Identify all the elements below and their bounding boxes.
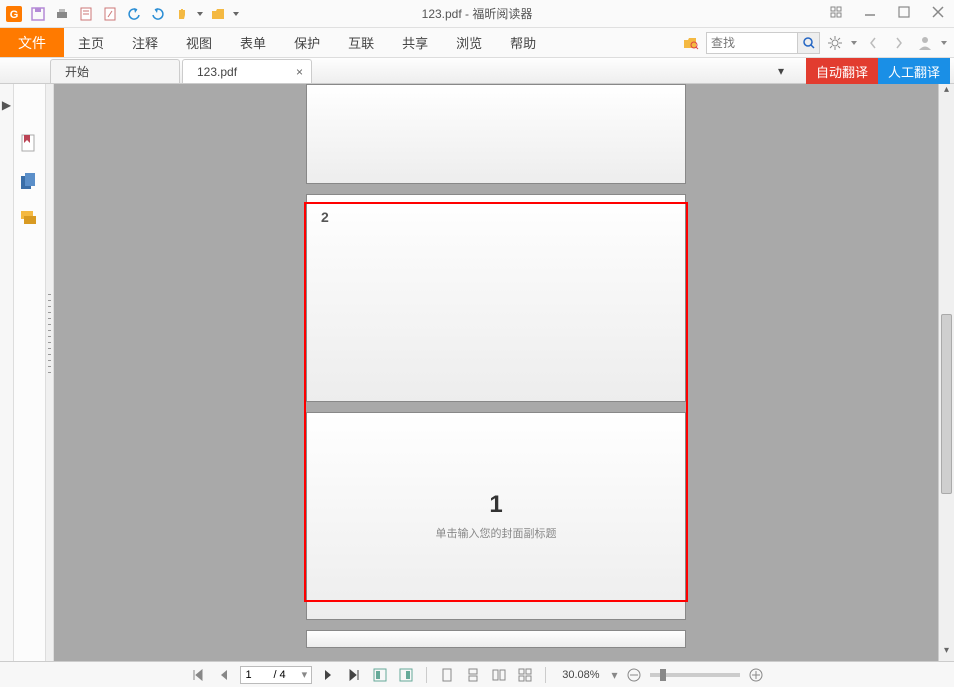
- save-icon[interactable]: [28, 4, 48, 24]
- menu-connect[interactable]: 互联: [334, 28, 388, 57]
- open-folder-icon[interactable]: [208, 4, 228, 24]
- layout-continuous-facing-icon[interactable]: [515, 665, 535, 685]
- doc2-icon[interactable]: [100, 4, 120, 24]
- user-dropdown-icon[interactable]: [940, 32, 948, 54]
- zoom-in-button[interactable]: [746, 665, 766, 685]
- pages-panel-icon[interactable]: [20, 172, 40, 192]
- menu-share[interactable]: 共享: [388, 28, 442, 57]
- cover-title: 1: [489, 491, 502, 519]
- ruler: [46, 84, 54, 661]
- tab-start[interactable]: 开始: [50, 59, 180, 83]
- separator: [426, 667, 427, 683]
- separator: [545, 667, 546, 683]
- main-area: ▶ 2 1 单击输入您的封面副标题 ▴ ▾: [0, 84, 954, 661]
- search-box: [706, 32, 820, 54]
- layout-facing-icon[interactable]: [489, 665, 509, 685]
- layout-single-icon[interactable]: [437, 665, 457, 685]
- translate-buttons: 自动翻译 人工翻译: [806, 58, 950, 84]
- menubar: 文件 主页 注释 视图 表单 保护 互联 共享 浏览 帮助: [0, 28, 954, 58]
- page-thumbnail[interactable]: 1 单击输入您的封面副标题: [306, 412, 686, 620]
- page-number-box: / 4 ▾: [240, 666, 312, 684]
- user-icon[interactable]: [914, 32, 936, 54]
- find-folder-icon[interactable]: [680, 32, 702, 54]
- svg-text:G: G: [10, 9, 19, 21]
- sidebar: [14, 84, 46, 661]
- layout-continuous-icon[interactable]: [463, 665, 483, 685]
- tab-document-label: 123.pdf: [197, 65, 237, 79]
- panel-expand-handle[interactable]: ▶: [0, 84, 14, 661]
- zoom-slider-thumb[interactable]: [660, 669, 666, 681]
- zoom-label: 30.08%: [562, 669, 599, 681]
- first-page-button[interactable]: [188, 665, 208, 685]
- tab-close-icon[interactable]: ×: [296, 65, 303, 79]
- page-thumbnail[interactable]: [306, 630, 686, 648]
- viewport[interactable]: 2 1 单击输入您的封面副标题: [54, 84, 938, 661]
- menu-form[interactable]: 表单: [226, 28, 280, 57]
- gear-icon[interactable]: [824, 32, 846, 54]
- search-button[interactable]: [797, 33, 819, 53]
- tab-document[interactable]: 123.pdf ×: [182, 59, 312, 83]
- menu-file[interactable]: 文件: [0, 28, 64, 57]
- view-mode1-icon[interactable]: [370, 665, 390, 685]
- page-number-input[interactable]: [245, 669, 273, 681]
- close-button[interactable]: [926, 2, 950, 22]
- app-logo-icon: G: [4, 4, 24, 24]
- cover-subtitle: 单击输入您的封面副标题: [436, 525, 557, 541]
- view-mode2-icon[interactable]: [396, 665, 416, 685]
- pages-container: 2 1 单击输入您的封面副标题: [306, 84, 686, 658]
- minimize-button[interactable]: [858, 2, 882, 22]
- print-icon[interactable]: [52, 4, 72, 24]
- zoom-out-button[interactable]: [624, 665, 644, 685]
- titlebar: G 123.pdf - 福昕阅读器: [0, 0, 954, 28]
- menu-view[interactable]: 视图: [172, 28, 226, 57]
- menu-help[interactable]: 帮助: [496, 28, 550, 57]
- prev-page-button[interactable]: [214, 665, 234, 685]
- vertical-scrollbar[interactable]: ▴ ▾: [938, 84, 954, 661]
- maximize-button[interactable]: [892, 2, 916, 22]
- comments-panel-icon[interactable]: [20, 210, 40, 230]
- status-bar: / 4 ▾ 30.08% ▾: [0, 661, 954, 687]
- scroll-up-icon[interactable]: ▴: [939, 84, 954, 100]
- redo-icon[interactable]: [148, 4, 168, 24]
- ribbon-toggle-icon[interactable]: [824, 2, 848, 22]
- undo-icon[interactable]: [124, 4, 144, 24]
- menu-protect[interactable]: 保护: [280, 28, 334, 57]
- page-number-label: 2: [321, 209, 671, 225]
- open-dropdown-icon[interactable]: [232, 4, 240, 24]
- page-thumbnail[interactable]: [306, 84, 686, 184]
- qat-dropdown-icon[interactable]: [196, 4, 204, 24]
- tabs-row: 开始 123.pdf × ▾ 自动翻译 人工翻译: [0, 58, 954, 84]
- zoom-slider[interactable]: [650, 673, 740, 677]
- scroll-down-icon[interactable]: ▾: [939, 645, 954, 661]
- search-input[interactable]: [707, 36, 797, 50]
- page-total-label: / 4: [273, 669, 285, 681]
- nav-next-icon[interactable]: [888, 32, 910, 54]
- page-dropdown-icon[interactable]: ▾: [302, 668, 308, 681]
- human-translate-button[interactable]: 人工翻译: [878, 58, 950, 84]
- zoom-dropdown-icon[interactable]: ▾: [612, 668, 618, 682]
- doc1-icon[interactable]: [76, 4, 96, 24]
- menu-home[interactable]: 主页: [64, 28, 118, 57]
- tabs-dropdown-icon[interactable]: ▾: [778, 64, 784, 78]
- hand-icon[interactable]: [172, 4, 192, 24]
- last-page-button[interactable]: [344, 665, 364, 685]
- page-thumbnail[interactable]: 2: [306, 194, 686, 402]
- gear-dropdown-icon[interactable]: [850, 32, 858, 54]
- nav-prev-icon[interactable]: [862, 32, 884, 54]
- bookmark-panel-icon[interactable]: [20, 134, 40, 154]
- tab-start-label: 开始: [65, 63, 89, 80]
- next-page-button[interactable]: [318, 665, 338, 685]
- auto-translate-button[interactable]: 自动翻译: [806, 58, 878, 84]
- menu-browse[interactable]: 浏览: [442, 28, 496, 57]
- scroll-thumb[interactable]: [941, 314, 952, 494]
- menu-annotate[interactable]: 注释: [118, 28, 172, 57]
